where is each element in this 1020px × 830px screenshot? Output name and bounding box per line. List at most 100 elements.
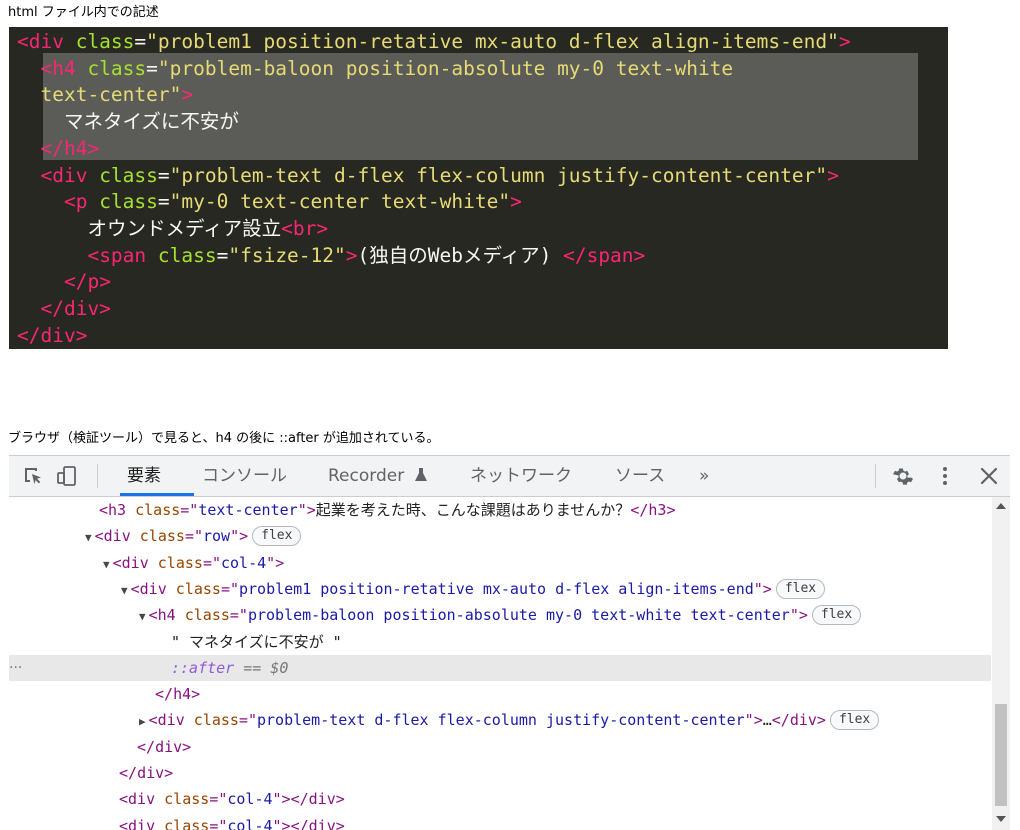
- code-token: </p>: [63, 270, 111, 294]
- dom-token: =": [202, 553, 221, 572]
- close-icon[interactable]: [977, 464, 1001, 488]
- code-line: オウンドメディア設立<br>: [17, 216, 328, 243]
- tab-recorder[interactable]: Recorder: [328, 456, 428, 496]
- dom-node[interactable]: " マネタイズに不安が ": [9, 629, 991, 655]
- dom-tree: <h3 class="text-center">起業を考えた時、こんな課題はあり…: [9, 497, 991, 830]
- scrollbar-thumb[interactable]: [995, 704, 1007, 806]
- code-token: </span>: [563, 243, 646, 267]
- dom-node[interactable]: </h4>: [9, 681, 991, 707]
- dom-token: class: [164, 790, 210, 809]
- inspect-icon[interactable]: [21, 464, 45, 488]
- code-line: マネタイズに不安が: [17, 109, 239, 136]
- flex-badge[interactable]: flex: [775, 578, 826, 599]
- toolbar-divider: [97, 464, 98, 488]
- dom-token: </: [155, 685, 174, 704]
- dom-token: ">: [753, 579, 772, 598]
- code-token: マネタイズに不安が: [63, 110, 239, 134]
- dom-node[interactable]: </div>: [9, 734, 991, 760]
- dom-token: class: [135, 501, 181, 519]
- dom-token: </: [630, 501, 649, 519]
- code-line: <h4 class="problem-baloon position-absol…: [17, 56, 733, 83]
- expand-triangle-down-icon[interactable]: ▼: [85, 531, 92, 544]
- gear-icon[interactable]: [891, 464, 915, 488]
- dom-token: 起業を考えた時、こんな課題はありませんか？: [315, 501, 631, 519]
- flex-badge[interactable]: flex: [811, 605, 862, 626]
- expand-triangle-right-icon[interactable]: ▶: [139, 715, 146, 728]
- dom-node[interactable]: </div>: [9, 760, 991, 786]
- dom-token: class: [184, 606, 230, 625]
- code-line: </div>: [17, 323, 87, 349]
- dom-token: div: [121, 553, 158, 572]
- tab-sources[interactable]: ソース: [615, 456, 665, 496]
- code-token: =: [157, 163, 170, 187]
- dom-token: =": [184, 527, 203, 546]
- code-token: text-center": [40, 83, 182, 107]
- dom-node-selected[interactable]: ···::after == $0: [9, 654, 991, 681]
- code-token: "problem-text d-flex flex-column justify…: [169, 163, 828, 187]
- dom-token: div: [155, 737, 183, 756]
- dom-token: <: [148, 606, 158, 625]
- dom-token: >: [335, 816, 345, 830]
- dom-token: h4: [173, 685, 192, 704]
- dom-token: div: [139, 579, 176, 598]
- scroll-up-arrow-icon[interactable]: [996, 503, 1006, 509]
- dom-token: ">: [744, 711, 763, 730]
- tab-console[interactable]: コンソール: [202, 456, 287, 496]
- dom-token: div: [128, 790, 165, 809]
- devtools-toolbar: 要素 コンソール Recorder ネットワーク ソース »: [9, 456, 1010, 497]
- dom-token: =": [220, 579, 239, 598]
- dom-node[interactable]: ▼ <h4 class="problem-baloon position-abso…: [9, 602, 991, 628]
- expand-triangle-down-icon[interactable]: ▼: [103, 558, 110, 571]
- dom-token: <: [119, 790, 129, 809]
- active-tab-underline: [120, 493, 194, 496]
- code-line: <p class="my-0 text-center text-white">: [17, 189, 522, 216]
- expand-triangle-down-icon[interactable]: ▼: [139, 610, 146, 623]
- dom-token: "></: [272, 816, 309, 830]
- dom-token: text-center: [198, 501, 298, 519]
- code-token: =: [134, 30, 147, 53]
- toolbar-divider-right: [875, 464, 876, 488]
- dom-node[interactable]: ▼ <div class="col-4">: [9, 550, 991, 576]
- dom-token: div: [137, 764, 165, 782]
- dom-tree-scrollbar[interactable]: [992, 497, 1010, 830]
- expand-triangle-down-icon[interactable]: ▼: [121, 584, 128, 597]
- device-toolbar-icon[interactable]: [55, 464, 79, 488]
- code-token: </h4>: [40, 136, 100, 160]
- dom-token: class: [164, 816, 210, 830]
- dom-token: …: [762, 711, 772, 730]
- code-line: text-center">: [17, 82, 193, 109]
- dom-token: >: [182, 737, 192, 756]
- dom-token: =": [238, 711, 257, 730]
- dom-token: >: [666, 501, 676, 519]
- node-options-ellipsis[interactable]: ···: [9, 655, 22, 681]
- kebab-menu-icon[interactable]: [933, 464, 957, 488]
- dom-token: div: [308, 816, 336, 830]
- scroll-down-arrow-icon[interactable]: [996, 816, 1006, 822]
- dom-token: h3: [108, 501, 136, 519]
- code-token: =: [146, 56, 158, 80]
- tab-network[interactable]: ネットワーク: [470, 456, 572, 496]
- code-token: class: [157, 243, 217, 267]
- code-editor: <div class="problem1 position-retative m…: [9, 27, 948, 349]
- code-token: >: [827, 163, 839, 187]
- dom-node[interactable]: <div class="col-4"></div>: [9, 813, 991, 830]
- code-token: "fsize-12": [228, 243, 346, 267]
- dom-node[interactable]: ▶ <div class="problem-text d-flex flex-co…: [9, 707, 991, 733]
- dom-node[interactable]: <h3 class="text-center">起業を考えた時、こんな課題はあり…: [9, 497, 991, 523]
- code-line: </div>: [17, 296, 110, 323]
- dom-token: div: [308, 790, 336, 809]
- flex-badge[interactable]: flex: [829, 710, 880, 731]
- tab-elements[interactable]: 要素: [127, 456, 161, 496]
- code-token: =: [157, 190, 170, 214]
- dom-token: <: [119, 816, 129, 830]
- dom-node[interactable]: <div class="col-4"></div>: [9, 786, 991, 812]
- dom-token: row: [203, 527, 231, 546]
- code-line: <div class="problem-text d-flex flex-col…: [17, 163, 839, 190]
- dom-node[interactable]: ▼ <div class="row"> flex: [9, 523, 991, 549]
- dom-token: problem-baloon position-absolute my-0 te…: [247, 606, 790, 625]
- more-tabs-button[interactable]: »: [699, 456, 709, 496]
- dom-node[interactable]: ▼ <div class="problem1 position-retative …: [9, 576, 991, 602]
- dom-token: == $0: [234, 658, 289, 677]
- flex-badge[interactable]: flex: [252, 526, 302, 547]
- dom-token: =": [180, 501, 199, 519]
